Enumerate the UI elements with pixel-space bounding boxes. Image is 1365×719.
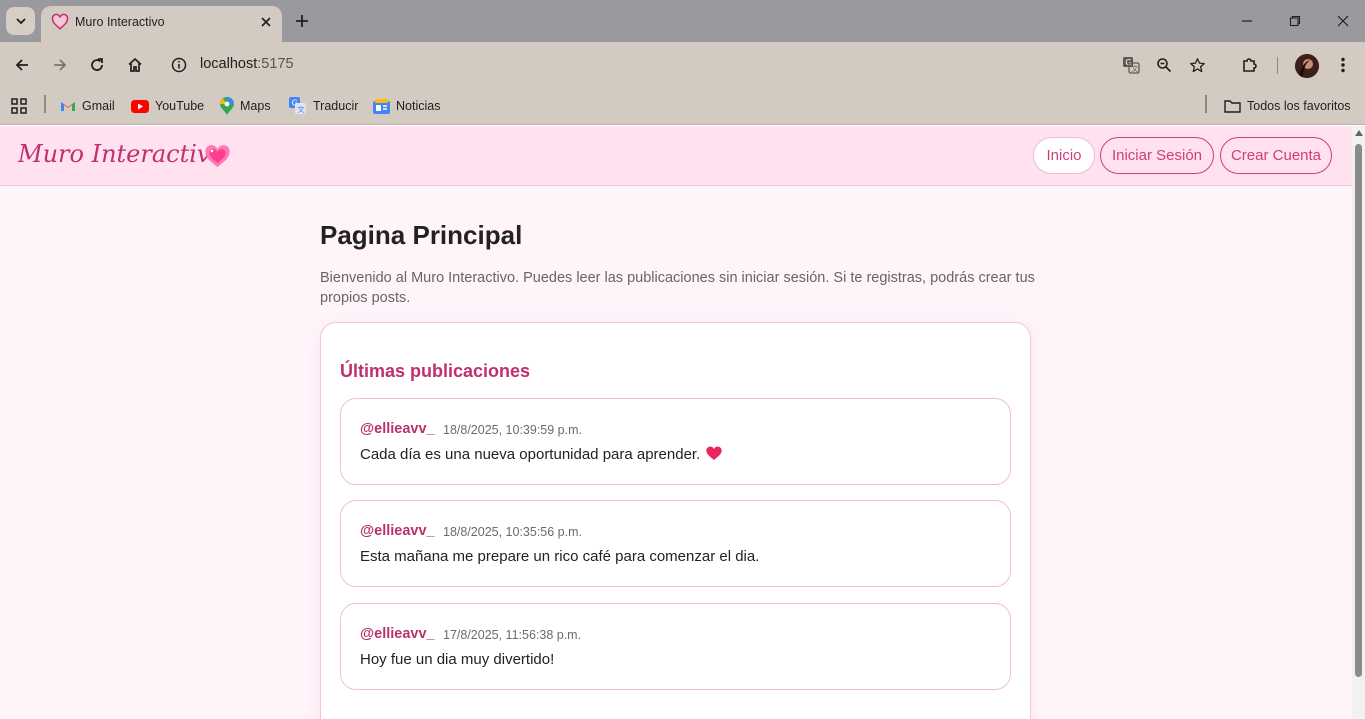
page-scrollbar[interactable] bbox=[1352, 126, 1365, 719]
home-icon bbox=[128, 57, 142, 72]
forward-button[interactable] bbox=[49, 54, 71, 76]
bookmark-maps[interactable]: Maps bbox=[220, 96, 271, 116]
browser-tab[interactable]: Muro Interactivo bbox=[41, 6, 282, 42]
svg-text:文: 文 bbox=[1131, 64, 1138, 73]
translate-icon: G文 bbox=[289, 97, 306, 114]
bookmark-label: Noticias bbox=[396, 99, 441, 113]
heart-icon bbox=[51, 13, 69, 30]
post-author[interactable]: @ellieavv_ bbox=[360, 626, 435, 642]
all-bookmarks-button[interactable]: Todos los favoritos bbox=[1224, 96, 1351, 116]
arrow-left-icon bbox=[15, 59, 28, 71]
site-info-button[interactable] bbox=[168, 54, 190, 76]
new-tab-button[interactable] bbox=[291, 10, 313, 32]
minimize-button[interactable] bbox=[1233, 8, 1261, 34]
heart-icon bbox=[706, 446, 722, 460]
post-text: Cada día es una nueva oportunidad para a… bbox=[360, 446, 701, 463]
apps-grid-icon bbox=[11, 98, 27, 114]
scroll-up-arrow-icon[interactable] bbox=[1355, 130, 1363, 136]
site-navbar: Muro Interactivo Inicio Iniciar Sesión C… bbox=[0, 126, 1352, 186]
tab-title: Muro Interactivo bbox=[75, 15, 165, 29]
url-host: localhost bbox=[200, 56, 258, 72]
post-author[interactable]: @ellieavv_ bbox=[360, 523, 435, 539]
feed-card: Últimas publicaciones @ellieavv_ 18/8/20… bbox=[320, 322, 1031, 719]
post-content: Cada día es una nueva oportunidad para a… bbox=[360, 446, 722, 463]
scrollbar-thumb[interactable] bbox=[1355, 144, 1362, 677]
post-timestamp: 18/8/2025, 10:39:59 p.m. bbox=[443, 423, 582, 437]
restore-icon bbox=[1289, 15, 1301, 27]
browser-menu-button[interactable] bbox=[1332, 54, 1354, 76]
nav-iniciar-sesion-button[interactable]: Iniciar Sesión bbox=[1100, 137, 1214, 174]
more-vertical-icon bbox=[1341, 57, 1345, 73]
zoom-button[interactable] bbox=[1153, 54, 1175, 76]
post-card: @ellieavv_ 18/8/2025, 10:39:59 p.m. Cada… bbox=[340, 398, 1011, 485]
bookmark-translate[interactable]: G文 Traducir bbox=[289, 96, 358, 116]
plus-icon bbox=[296, 15, 308, 27]
nav-inicio-button[interactable]: Inicio bbox=[1033, 137, 1095, 174]
bookmark-gmail[interactable]: Gmail bbox=[60, 96, 115, 116]
home-button[interactable] bbox=[124, 54, 146, 76]
page-title: Pagina Principal bbox=[320, 220, 523, 250]
puzzle-icon bbox=[1243, 58, 1257, 72]
bookmark-label: Traducir bbox=[313, 99, 359, 113]
address-bar[interactable]: localhost:5175 bbox=[200, 56, 294, 72]
extensions-button[interactable] bbox=[1239, 54, 1261, 76]
page-viewport: Muro Interactivo Inicio Iniciar Sesión C… bbox=[0, 126, 1352, 719]
url-port: :5175 bbox=[257, 56, 294, 72]
post-text: Hoy fue un dia muy divertido! bbox=[360, 651, 555, 668]
tab-close-button[interactable] bbox=[257, 13, 275, 31]
bookmarks-divider bbox=[44, 95, 46, 113]
bookmark-star-button[interactable] bbox=[1186, 54, 1208, 76]
bookmark-label: Gmail bbox=[82, 99, 115, 113]
page-intro: Bienvenido al Muro Interactivo. Puedes l… bbox=[320, 270, 1035, 306]
zoom-out-icon bbox=[1157, 58, 1172, 73]
restore-button[interactable] bbox=[1281, 8, 1309, 34]
browser-tab-strip: Muro Interactivo bbox=[0, 0, 1365, 42]
chevron-down-icon bbox=[15, 18, 26, 25]
minimize-icon bbox=[1242, 20, 1252, 22]
star-icon bbox=[1189, 57, 1205, 72]
post-card: @ellieavv_ 18/8/2025, 10:35:56 p.m. Esta… bbox=[340, 500, 1011, 587]
info-icon bbox=[171, 57, 187, 73]
back-button[interactable] bbox=[11, 54, 33, 76]
gmail-icon bbox=[61, 102, 75, 111]
post-author[interactable]: @ellieavv_ bbox=[360, 421, 435, 437]
translate-icon: G文 bbox=[1123, 57, 1140, 74]
toolbar-divider bbox=[1277, 57, 1278, 74]
profile-avatar[interactable] bbox=[1295, 54, 1319, 78]
bookmarks-bar: Gmail YouTube Maps G文 Traducir Noticias … bbox=[0, 88, 1365, 125]
avatar-icon bbox=[1295, 54, 1319, 78]
apps-button[interactable] bbox=[11, 96, 33, 116]
feed-title: Últimas publicaciones bbox=[340, 361, 531, 381]
bookmark-youtube[interactable]: YouTube bbox=[131, 96, 204, 116]
post-card: @ellieavv_ 17/8/2025, 11:56:38 p.m. Hoy … bbox=[340, 603, 1011, 690]
bookmark-label: Maps bbox=[240, 99, 271, 113]
close-window-button[interactable] bbox=[1329, 8, 1357, 34]
news-icon bbox=[373, 98, 390, 114]
youtube-icon bbox=[131, 99, 149, 113]
site-brand[interactable]: Muro Interactivo bbox=[18, 140, 225, 168]
close-icon bbox=[1337, 15, 1349, 27]
browser-toolbar: localhost:5175 G文 bbox=[0, 42, 1365, 88]
reload-icon bbox=[91, 58, 103, 71]
svg-text:文: 文 bbox=[297, 104, 305, 114]
post-content: Esta mañana me prepare un rico café para… bbox=[360, 548, 759, 565]
bookmark-label: YouTube bbox=[155, 99, 205, 113]
bookmark-news[interactable]: Noticias bbox=[373, 96, 440, 116]
bookmarks-divider bbox=[1205, 95, 1207, 113]
maps-icon bbox=[220, 97, 234, 115]
folder-icon bbox=[1224, 100, 1241, 113]
arrow-right-icon bbox=[54, 59, 67, 71]
post-text: Esta mañana me prepare un rico café para… bbox=[360, 548, 760, 565]
nav-crear-cuenta-button[interactable]: Crear Cuenta bbox=[1220, 137, 1332, 174]
translate-button[interactable]: G文 bbox=[1120, 54, 1142, 76]
reload-button[interactable] bbox=[86, 54, 108, 76]
post-timestamp: 17/8/2025, 11:56:38 p.m. bbox=[443, 628, 582, 642]
post-timestamp: 18/8/2025, 10:35:56 p.m. bbox=[443, 525, 582, 539]
post-content: Hoy fue un dia muy divertido! bbox=[360, 651, 554, 668]
all-bookmarks-label: Todos los favoritos bbox=[1247, 99, 1351, 113]
close-icon bbox=[261, 17, 271, 27]
sparkling-heart-icon bbox=[205, 145, 230, 167]
tab-search-button[interactable] bbox=[6, 7, 35, 35]
